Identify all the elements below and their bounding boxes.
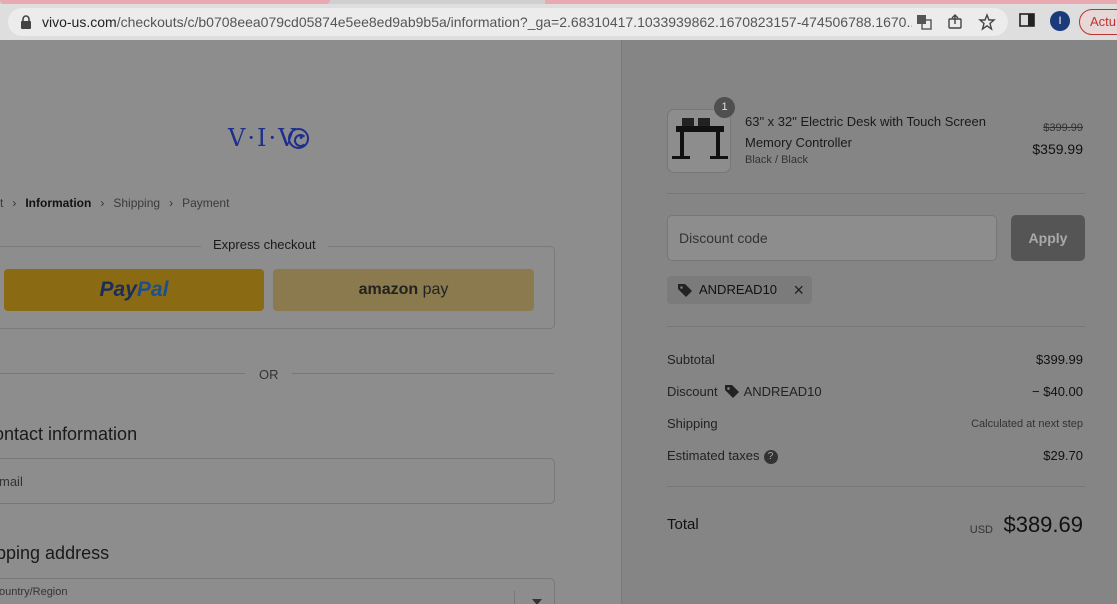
divider-or: OR (259, 367, 279, 382)
country-select[interactable]: ountry/Region (0, 578, 555, 604)
translate-icon[interactable] (915, 13, 933, 31)
applied-discount-code: ANDREAD10 (699, 282, 778, 297)
taxes-label: Estimated taxes (667, 448, 760, 463)
taxes-value: $29.70 (1043, 448, 1083, 463)
share-icon[interactable] (946, 13, 964, 31)
paypal-button[interactable]: PayPal (4, 269, 264, 311)
profile-avatar[interactable]: I (1050, 11, 1070, 31)
desk-image-icon (672, 118, 728, 159)
total-currency: USD (969, 524, 993, 536)
paypal-logo-pal: Pal (136, 278, 169, 301)
url-path: /checkouts/c/b0708eea079cd05874e5ee8ed9a… (116, 14, 912, 30)
shipping-label: Shipping (667, 416, 718, 431)
divider-line (667, 326, 1085, 327)
tag-icon (678, 284, 692, 297)
lock-icon[interactable] (20, 15, 32, 29)
discount-code-label: ANDREAD10 (743, 384, 822, 399)
discount-label: Discount (667, 384, 718, 399)
original-price: $399.99 (1043, 122, 1083, 134)
help-icon[interactable]: ? (763, 450, 778, 464)
vivo-logo-mark-icon (288, 128, 309, 149)
chevron-down-icon[interactable] (532, 599, 542, 604)
close-icon[interactable]: × (793, 276, 804, 304)
breadcrumb-payment: Payment (182, 196, 230, 210)
divider-line (292, 373, 554, 374)
breadcrumb-information: Information (25, 196, 92, 210)
divider-line (667, 193, 1085, 194)
browser-tab[interactable] (0, 0, 330, 4)
profile-pill-button[interactable]: Actu (1079, 9, 1117, 35)
apply-discount-button[interactable]: Apply (1011, 215, 1085, 261)
discount-row: Discount ANDREAD10 (667, 384, 822, 399)
paypal-logo-pay: Pay (99, 278, 137, 301)
tab-strip (0, 0, 1117, 4)
quantity-badge: 1 (714, 97, 735, 118)
checkout-main: V·I·V· t › Information › Shipping › Payment Ex… (0, 40, 621, 604)
discount-code-placeholder: Discount code (679, 230, 768, 246)
contact-heading: ontact information (0, 424, 138, 444)
product-variant: Black / Black (745, 154, 808, 166)
shipping-value: Calculated at next step (971, 418, 1083, 430)
divider-line (667, 486, 1085, 487)
total-value: $389.69 (1003, 512, 1083, 537)
url-text[interactable]: vivo-us.com/checkouts/c/b0708eea079cd058… (42, 14, 912, 30)
email-field[interactable]: mail (0, 458, 555, 504)
browser-tab[interactable] (545, 0, 1117, 4)
product-price: $359.99 (1032, 141, 1083, 157)
subtotal-value: $399.99 (1036, 352, 1083, 367)
side-panel-icon[interactable] (1018, 11, 1036, 29)
breadcrumb-shipping: Shipping (113, 196, 161, 210)
country-label: ountry/Region (0, 586, 68, 598)
breadcrumb-cart[interactable]: t (0, 196, 3, 210)
chevron-right-icon: › (12, 196, 17, 210)
taxes-row: Estimated taxes? (667, 448, 778, 464)
product-name: 63" x 32" Electric Desk with Touch Scree… (745, 114, 986, 150)
amazon-pay-button[interactable]: amazon pay (273, 269, 534, 311)
select-divider (514, 591, 515, 604)
divider-line (0, 373, 245, 374)
product-thumbnail (667, 109, 731, 173)
amazon-pay-label: pay (418, 281, 449, 298)
email-placeholder: mail (0, 474, 23, 489)
shipping-address-heading: ipping address (0, 543, 110, 563)
breadcrumb: t › Information › Shipping › Payment (0, 196, 229, 210)
discount-value: − $40.00 (1032, 384, 1083, 399)
chevron-right-icon: › (169, 196, 174, 210)
url-host: vivo-us.com (42, 14, 117, 30)
order-summary: 1 63" x 32" Electric Desk with Touch Scr… (621, 40, 1117, 604)
amazon-logo: amazon (358, 281, 419, 298)
total-label: Total (667, 516, 699, 533)
subtotal-label: Subtotal (667, 352, 715, 367)
applied-discount-chip: ANDREAD10 × (667, 276, 812, 304)
bookmark-star-icon[interactable] (978, 13, 996, 31)
checkout-page: V·I·V· t › Information › Shipping › Payment Ex… (0, 40, 1117, 604)
express-checkout-label: Express checkout (201, 237, 328, 252)
tag-icon (724, 385, 739, 398)
chevron-right-icon: › (100, 196, 105, 210)
browser-toolbar: vivo-us.com/checkouts/c/b0708eea079cd058… (0, 0, 1117, 40)
address-bar[interactable]: vivo-us.com/checkouts/c/b0708eea079cd058… (8, 8, 1008, 36)
discount-code-input[interactable]: Discount code (667, 215, 997, 261)
